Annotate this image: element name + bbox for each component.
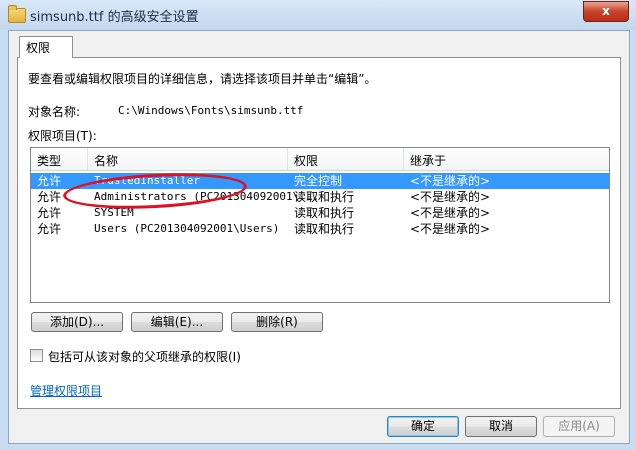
cancel-button[interactable]: 取消 bbox=[465, 416, 537, 437]
permissions-panel: 要查看或编辑权限项目的详细信息，请选择该项目并单击“编辑”。 对象名称: C:\… bbox=[17, 57, 621, 409]
row-type: 允许 bbox=[37, 222, 62, 236]
column-header-name[interactable]: 名称 bbox=[94, 152, 118, 169]
remove-button[interactable]: 删除(R) bbox=[231, 312, 323, 332]
row-permission: 读取和执行 bbox=[294, 222, 355, 236]
row-name: Users (PC201304092001\Users) bbox=[94, 222, 280, 235]
row-inherited: <不是继承的> bbox=[410, 174, 491, 188]
intro-text: 要查看或编辑权限项目的详细信息，请选择该项目并单击“编辑”。 bbox=[28, 72, 377, 86]
object-name-label: 对象名称: bbox=[28, 105, 81, 119]
column-header-permission[interactable]: 权限 bbox=[294, 152, 318, 169]
row-inherited: <不是继承的> bbox=[410, 222, 491, 236]
object-name-value: C:\Windows\Fonts\simsunb.ttf bbox=[118, 104, 304, 117]
inherit-checkbox[interactable] bbox=[30, 349, 43, 362]
row-type: 允许 bbox=[37, 174, 62, 188]
list-header: 类型 名称 权限 继承于 bbox=[31, 148, 609, 171]
add-button[interactable]: 添加(D)... bbox=[31, 312, 123, 332]
title-bar[interactable]: simsunb.ttf 的高级安全设置 x bbox=[0, 0, 636, 30]
edit-button[interactable]: 编辑(E)... bbox=[131, 312, 223, 332]
permission-entries-label: 权限项目(T): bbox=[28, 129, 97, 143]
manage-permission-entries-link[interactable]: 管理权限项目 bbox=[30, 382, 102, 399]
row-permission: 读取和执行 bbox=[294, 190, 355, 204]
apply-button[interactable]: 应用(A) bbox=[543, 416, 615, 437]
inherit-checkbox-label[interactable]: 包括可从该对象的父项继承的权限(I) bbox=[48, 348, 241, 365]
row-type: 允许 bbox=[37, 206, 62, 220]
permission-entries-list[interactable]: 类型 名称 权限 继承于 允许 TrustedInstaller 完全控制 <不… bbox=[30, 147, 610, 303]
folder-icon bbox=[8, 5, 26, 23]
tab-permissions[interactable]: 权限 bbox=[19, 36, 73, 58]
column-header-type[interactable]: 类型 bbox=[37, 152, 61, 169]
ok-button[interactable]: 确定 bbox=[387, 416, 459, 437]
window-title: simsunb.ttf 的高级安全设置 bbox=[30, 10, 199, 25]
row-permission: 完全控制 bbox=[294, 174, 343, 188]
row-permission: 读取和执行 bbox=[294, 206, 355, 220]
row-inherited: <不是继承的> bbox=[410, 190, 491, 204]
row-type: 允许 bbox=[37, 190, 62, 204]
row-inherited: <不是继承的> bbox=[410, 206, 491, 220]
close-button[interactable]: x bbox=[583, 1, 629, 22]
dialog-body: 权限 要查看或编辑权限项目的详细信息，请选择该项目并单击“编辑”。 对象名称: … bbox=[8, 30, 630, 444]
column-header-inherited[interactable]: 继承于 bbox=[410, 152, 446, 169]
list-item[interactable]: 允许 Users (PC201304092001\Users) 读取和执行 <不… bbox=[31, 221, 609, 237]
